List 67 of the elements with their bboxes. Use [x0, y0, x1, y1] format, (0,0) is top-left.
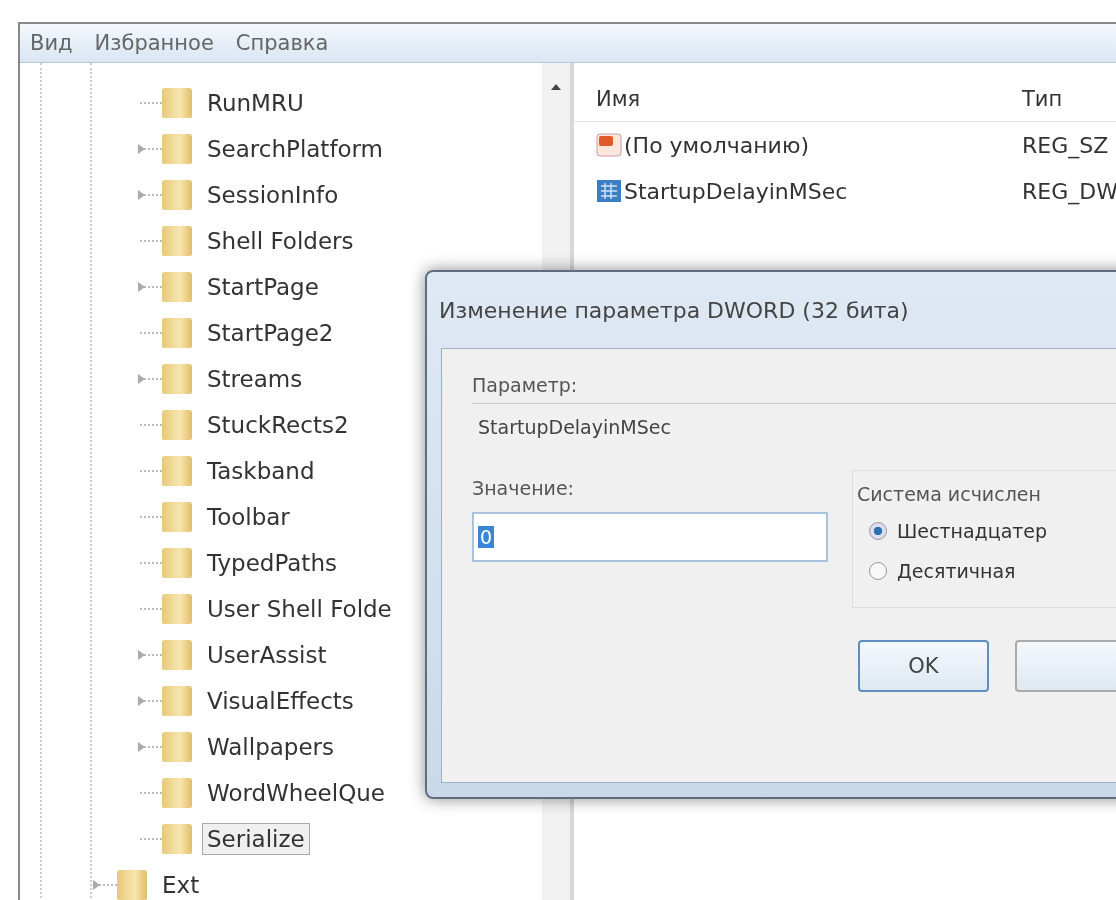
- folder-icon: [162, 180, 192, 210]
- folder-icon: [162, 824, 192, 854]
- tree-item[interactable]: Ext: [157, 869, 205, 900]
- tree-item[interactable]: Shell Folders: [202, 225, 359, 257]
- folder-icon: [162, 318, 192, 348]
- dialog-title: Изменение параметра DWORD (32 бита): [438, 296, 910, 325]
- folder-icon: [162, 88, 192, 118]
- tree-item[interactable]: UserAssist: [202, 639, 332, 671]
- cancel-button[interactable]: [1015, 640, 1116, 692]
- ok-button[interactable]: OK: [858, 640, 989, 692]
- column-header[interactable]: Тип: [1016, 87, 1063, 111]
- value-input[interactable]: 0: [472, 512, 828, 562]
- folder-icon: [162, 364, 192, 394]
- folder-icon: [162, 640, 192, 670]
- tree-item[interactable]: StartPage: [202, 271, 324, 303]
- column-header[interactable]: Имя: [574, 87, 1016, 111]
- folder-icon: [162, 226, 192, 256]
- menu-item[interactable]: Справка: [235, 31, 329, 55]
- expand-icon[interactable]: [138, 190, 145, 200]
- tree-item[interactable]: StuckRects2: [202, 409, 354, 441]
- group-label: Система исчислен: [857, 482, 1042, 507]
- folder-icon: [117, 870, 147, 900]
- tree-item[interactable]: Streams: [202, 363, 308, 395]
- expand-icon[interactable]: [138, 282, 145, 292]
- radio-button[interactable]: [869, 562, 887, 580]
- expand-icon[interactable]: [138, 650, 145, 660]
- expand-icon[interactable]: [93, 880, 100, 890]
- folder-icon: [162, 410, 192, 440]
- name-field: StartupDelayinMSec: [472, 403, 1116, 450]
- folder-icon: [162, 594, 192, 624]
- scroll-up-icon[interactable]: [550, 83, 562, 91]
- menu-item[interactable]: Избранное: [94, 31, 214, 55]
- binary-value-icon: [596, 178, 622, 204]
- folder-icon: [162, 456, 192, 486]
- tree-item[interactable]: Toolbar: [202, 501, 295, 533]
- value-type: REG_SZ: [1021, 132, 1109, 158]
- folder-icon: [162, 548, 192, 578]
- folder-icon: [162, 134, 192, 164]
- tree-item[interactable]: VisualEffects: [202, 685, 359, 717]
- field-label: Значение:: [472, 476, 576, 501]
- tree-item[interactable]: WordWheelQue: [202, 777, 390, 809]
- string-value-icon: [596, 132, 622, 158]
- expand-icon[interactable]: [138, 696, 145, 706]
- folder-icon: [162, 686, 192, 716]
- tree-item[interactable]: RunMRU: [202, 87, 309, 119]
- expand-icon[interactable]: [138, 374, 145, 384]
- folder-icon: [162, 272, 192, 302]
- tree-item[interactable]: SessionInfo: [202, 179, 344, 211]
- tree-item[interactable]: StartPage2: [202, 317, 339, 349]
- value-name[interactable]: (По умолчанию): [624, 132, 809, 158]
- expand-icon[interactable]: [138, 742, 145, 752]
- tree-item[interactable]: Taskband: [202, 455, 320, 487]
- tree-item[interactable]: Wallpapers: [202, 731, 340, 763]
- expand-icon[interactable]: [138, 144, 145, 154]
- radio-label[interactable]: Десятичная: [897, 560, 1016, 582]
- field-label: Параметр:: [472, 373, 579, 398]
- folder-icon: [162, 732, 192, 762]
- tree-item[interactable]: TypedPaths: [202, 547, 342, 579]
- radio-button[interactable]: [869, 522, 887, 540]
- tree-item[interactable]: SearchPlatform: [202, 133, 388, 165]
- folder-icon: [162, 778, 192, 808]
- menu-item[interactable]: Вид: [30, 31, 73, 55]
- folder-icon: [162, 502, 192, 532]
- value-name[interactable]: StartupDelayinMSec: [624, 178, 848, 204]
- radio-label[interactable]: Шестнадцатер: [897, 520, 1048, 542]
- tree-item[interactable]: User Shell Folde: [202, 593, 397, 625]
- tree-item[interactable]: Serialize: [202, 823, 310, 855]
